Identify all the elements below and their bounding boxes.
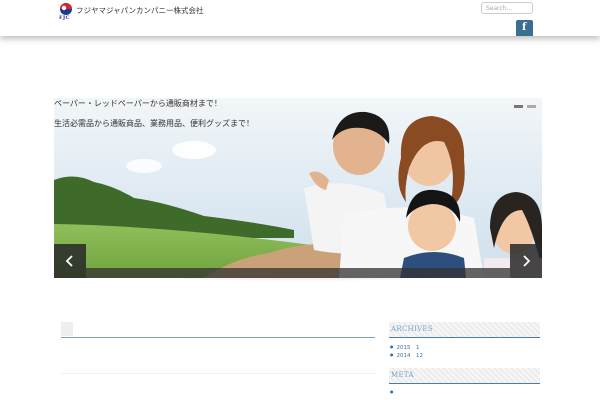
slider-prev-button[interactable] bbox=[54, 244, 86, 278]
post-separator bbox=[61, 373, 375, 374]
post-header-tab bbox=[61, 322, 73, 336]
slider-dot-2[interactable] bbox=[527, 105, 536, 108]
company-name[interactable]: フジヤマジャパンカンパニー株式会社 bbox=[76, 5, 204, 16]
meta-link[interactable] bbox=[390, 388, 394, 396]
facebook-icon: f bbox=[522, 22, 527, 33]
slider-dot-1[interactable] bbox=[514, 105, 523, 108]
slider-shadow bbox=[62, 278, 532, 296]
logo-text: FJC bbox=[59, 15, 70, 21]
archives-widget-title: ARCHIVES bbox=[389, 322, 540, 338]
search-input[interactable] bbox=[481, 2, 533, 14]
facebook-button[interactable]: f bbox=[516, 20, 533, 36]
site-header: FJC フジヤマジャパンカンパニー株式会社 f bbox=[0, 0, 600, 36]
post-divider bbox=[61, 337, 375, 338]
slider-next-button[interactable] bbox=[510, 244, 542, 278]
slider-progress-bar bbox=[86, 268, 510, 278]
chevron-left-icon bbox=[65, 255, 73, 267]
meta-title: META bbox=[391, 371, 414, 379]
hero-slider: ペーパー・レッドペーパーから通販商材まで！ 生活必需品から通販商品、業務用品、便… bbox=[54, 98, 542, 278]
slide-caption-2: 生活必需品から通販商品、業務用品、便利グッズまで！ bbox=[54, 119, 254, 128]
meta-list bbox=[390, 388, 394, 396]
archive-link[interactable]: 2014 12 bbox=[390, 351, 424, 359]
archives-list: 2015 1 2014 12 bbox=[390, 343, 424, 359]
slide-caption-1: ペーパー・レッドペーパーから通販商材まで！ bbox=[54, 99, 222, 108]
meta-widget-title: META bbox=[389, 368, 540, 384]
archive-link[interactable]: 2015 1 bbox=[390, 343, 423, 351]
archives-title: ARCHIVES bbox=[391, 325, 433, 333]
chevron-right-icon bbox=[523, 255, 531, 267]
slider-pagination bbox=[514, 105, 536, 108]
